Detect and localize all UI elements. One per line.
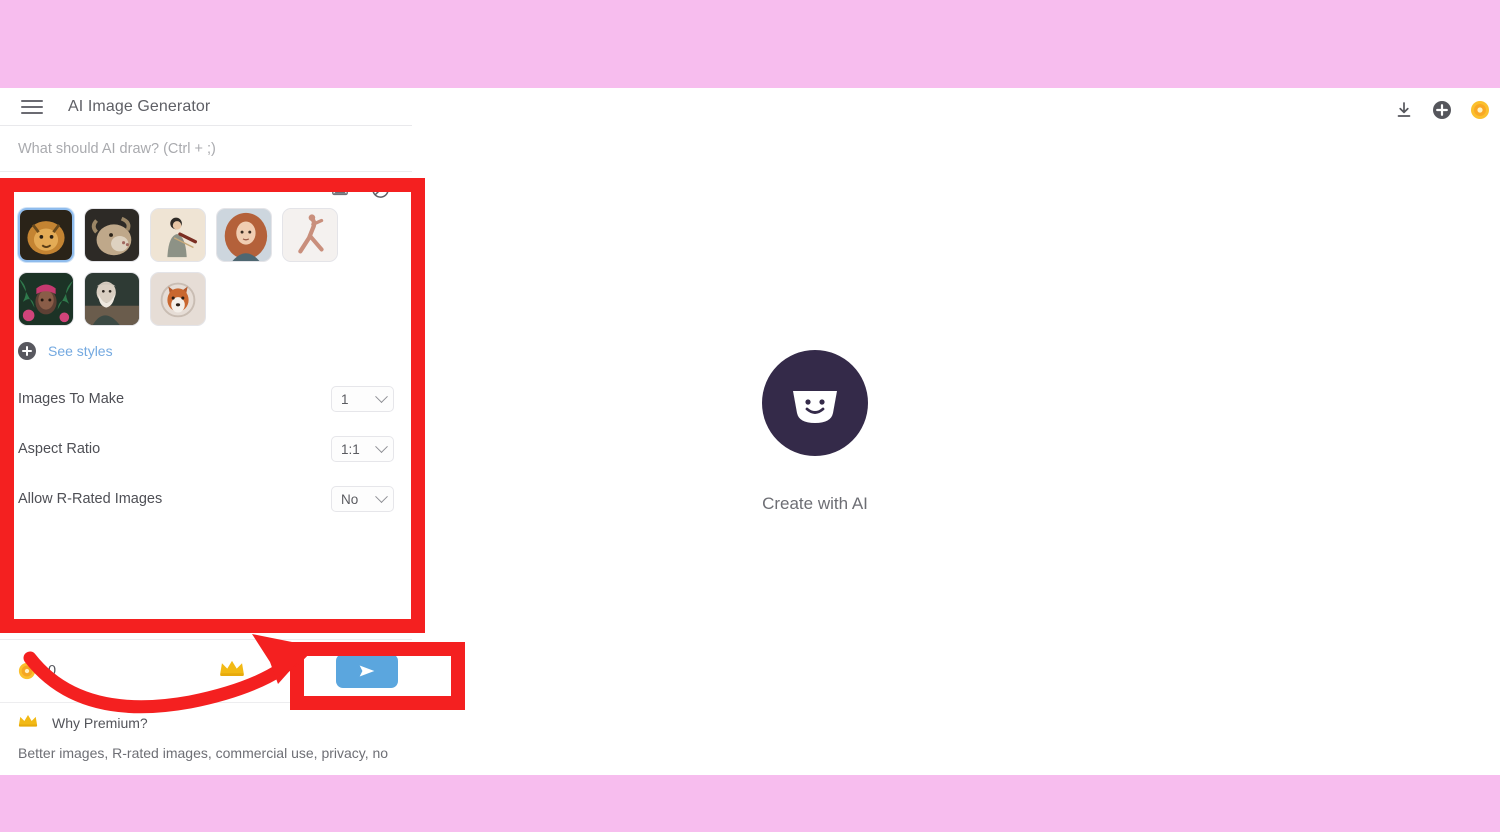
- allow-r-rated-select[interactable]: No: [331, 486, 394, 512]
- select-value: No: [341, 491, 359, 507]
- premium-header[interactable]: Why Premium?: [18, 708, 422, 738]
- topbar-icons: [1394, 100, 1490, 120]
- prompt-input[interactable]: [18, 140, 394, 157]
- no-style-icon[interactable]: [370, 179, 390, 199]
- chevron-down-icon: [375, 489, 388, 503]
- coin-icon[interactable]: [1470, 100, 1490, 120]
- images-to-make-select[interactable]: 1: [331, 386, 394, 412]
- select-value: 1:1: [341, 441, 360, 457]
- aspect-ratio-select[interactable]: 1:1: [331, 436, 394, 462]
- prompt-row: [0, 126, 412, 172]
- style-thumb-red-haired-woman[interactable]: [216, 208, 272, 262]
- app-canvas: Create with AI AI Image Generator What s…: [0, 88, 1500, 775]
- style-thumb-dancing-figure[interactable]: [282, 208, 338, 262]
- option-row-images-to-make: Images To Make 1: [0, 374, 412, 424]
- download-icon[interactable]: [1394, 100, 1414, 120]
- style-thumb-violin-player[interactable]: [150, 208, 206, 262]
- option-row-allow-r-rated: Allow R-Rated Images No: [0, 474, 412, 524]
- style-thumb-dog-portrait[interactable]: [150, 272, 206, 326]
- why-premium-label[interactable]: Why Premium?: [52, 715, 148, 731]
- select-value: 1: [341, 391, 349, 407]
- option-row-aspect-ratio: Aspect Ratio 1:1: [0, 424, 412, 474]
- page-title: AI Image Generator: [68, 97, 211, 115]
- send-button[interactable]: [336, 654, 398, 688]
- chevron-down-icon: [375, 389, 388, 403]
- credits-bar: 0: [0, 639, 412, 703]
- style-thumb-woman-with-foliage[interactable]: [18, 272, 74, 326]
- style-thumbnail-grid: [0, 206, 412, 326]
- coin-icon: [18, 662, 36, 680]
- see-styles-link[interactable]: See styles: [48, 343, 113, 359]
- panel-header: AI Image Generator: [0, 88, 412, 126]
- credit-count: 0: [48, 663, 57, 679]
- premium-benefits-line-2: ads, storage.: [18, 768, 422, 775]
- empty-state-label: Create with AI: [762, 493, 868, 513]
- chevron-down-icon: [375, 439, 388, 453]
- style-thumb-tiger[interactable]: [18, 208, 74, 262]
- option-label: Aspect Ratio: [18, 441, 101, 457]
- ai-image-generator-panel: AI Image Generator What should AI draw? …: [0, 88, 412, 687]
- see-styles-row[interactable]: See styles: [0, 326, 412, 360]
- plus-circle-icon[interactable]: [18, 342, 36, 360]
- premium-benefits-line-1: Better images, R-rated images, commercia…: [18, 745, 389, 761]
- generation-options: Images To Make 1 Aspect Ratio 1:1 Allow …: [0, 374, 412, 524]
- hamburger-menu-icon[interactable]: [18, 99, 46, 115]
- style-toolbar: [0, 172, 412, 206]
- brand-smiley-logo: [762, 349, 868, 456]
- add-icon[interactable]: [1432, 100, 1452, 120]
- premium-block: Why Premium? Better images, R-rated imag…: [0, 708, 440, 775]
- option-label: Allow R-Rated Images: [18, 491, 163, 507]
- style-thumb-bearded-old-man[interactable]: [84, 272, 140, 326]
- style-thumb-mechanical-cow[interactable]: [84, 208, 140, 262]
- image-icon[interactable]: [330, 179, 350, 199]
- option-label: Images To Make: [18, 391, 125, 407]
- crown-icon: [18, 713, 38, 733]
